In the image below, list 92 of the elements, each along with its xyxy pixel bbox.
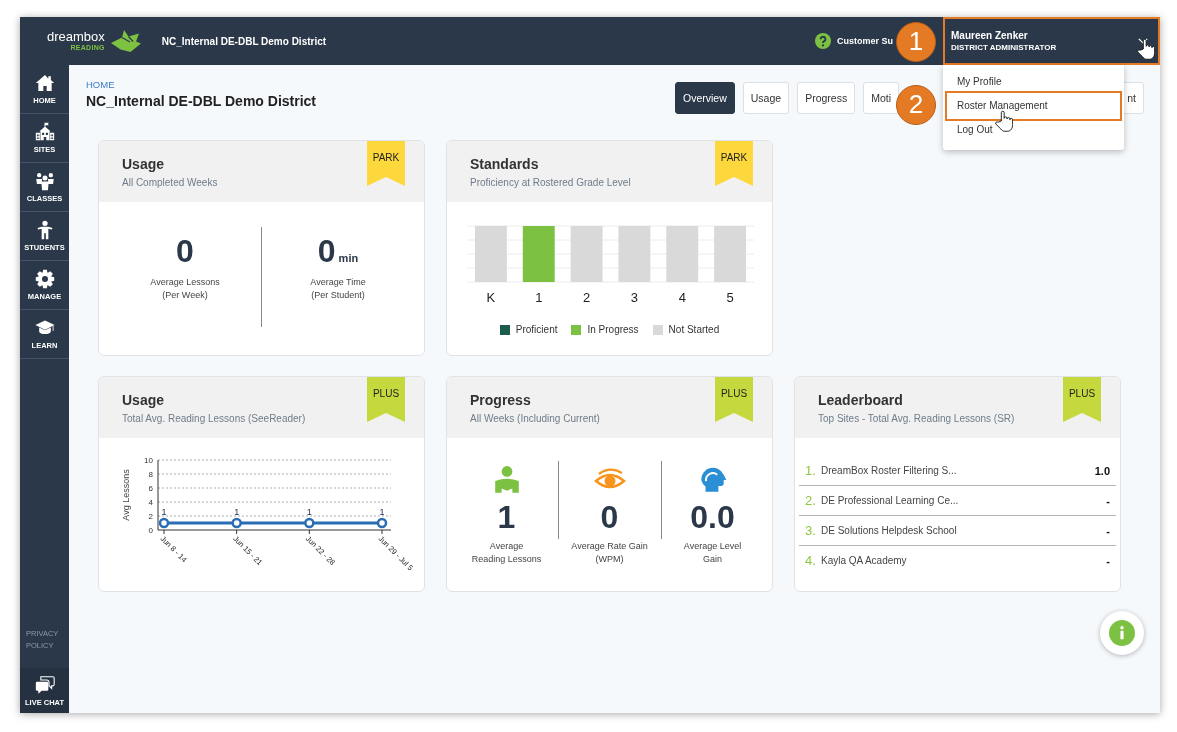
group-icon <box>34 171 55 191</box>
tab[interactable]: Moti <box>863 82 899 114</box>
menu-item[interactable]: Roster Management <box>945 91 1122 121</box>
hand-cursor-icon <box>1137 38 1155 60</box>
school-building-icon <box>34 122 55 142</box>
info-icon <box>1109 620 1135 646</box>
rank-number: 3. <box>805 523 817 538</box>
tab[interactable]: Progress <box>797 82 856 114</box>
axis-tick-label: 4 <box>148 498 153 507</box>
category-label: 5 <box>726 290 734 305</box>
rank-number: 2. <box>805 493 817 508</box>
data-label: 1 <box>306 507 312 517</box>
page-title: NC_Internal DE-DBL Demo District <box>86 92 316 110</box>
card-subtitle: Top Sites - Total Avg. Reading Lessons (SR) <box>818 412 1015 425</box>
stat-label: Average Level Gain <box>682 540 743 566</box>
category-label: 3 <box>630 290 639 305</box>
category-label: 1 <box>535 290 543 305</box>
site-name: DE Professional Learning Ce... <box>821 495 960 506</box>
site-name: Kayla QA Academy <box>821 555 908 566</box>
bar <box>570 226 603 282</box>
axis-tick-label: 6 <box>148 484 153 493</box>
bar <box>666 226 699 282</box>
menu-item[interactable]: Log Out <box>945 118 1122 142</box>
category-label: 4 <box>678 290 686 305</box>
data-label: 1 <box>379 507 385 517</box>
plan-ribbon: PARK <box>715 141 753 186</box>
user-menu[interactable]: Maureen Zenker DISTRICT ADMINISTRATOR <box>943 17 1160 65</box>
stat-value: 0.0 <box>689 499 736 535</box>
chat-bubbles-icon <box>33 674 56 695</box>
category-label: 2 <box>582 290 591 305</box>
data-label: 1 <box>234 507 240 517</box>
district-name: NC_Internal DE-DBL Demo District <box>161 35 327 47</box>
legend-label: In Progress <box>587 324 639 336</box>
data-point <box>231 517 242 529</box>
axis-tick-label: 2 <box>148 512 153 521</box>
stat-value: 0 <box>176 233 194 269</box>
callout-badge: 1 <box>896 22 936 62</box>
stat-unit: min <box>338 252 359 264</box>
data-point <box>376 517 388 529</box>
site-name: DE Solutions Helpdesk School <box>821 525 958 536</box>
plan-ribbon: PLUS <box>1063 377 1101 422</box>
card-title: Leaderboard <box>818 391 903 409</box>
score-value: - <box>1106 554 1110 567</box>
stat-label: Average Lessons (Per Week) <box>149 276 221 302</box>
plan-ribbon: PLUS <box>367 377 405 422</box>
info-button[interactable] <box>1100 611 1144 655</box>
bar <box>618 226 651 282</box>
home-icon <box>34 73 55 93</box>
data-label: 1 <box>161 507 167 517</box>
card-title: Progress <box>470 391 531 409</box>
rank-number: 4. <box>805 553 817 568</box>
support-link[interactable]: Customer Su <box>837 36 893 46</box>
legend-label: Not Started <box>668 324 720 336</box>
stat-label: Average Time (Per Student) <box>309 276 367 302</box>
card-subtitle: All Completed Weeks <box>122 176 218 189</box>
axis-tick-label: 0 <box>148 526 153 535</box>
card-subtitle: Proficiency at Rostered Grade Level <box>470 176 631 189</box>
axis-tick-label: 8 <box>148 470 153 479</box>
stat-value: 1 <box>496 499 517 535</box>
site-name: DreamBox Roster Filtering S... <box>821 465 958 476</box>
help-icon <box>815 33 831 49</box>
gear-icon <box>34 269 55 289</box>
stat-label: Average Rate Gain (WPM) <box>570 540 649 566</box>
plan-ribbon: PARK <box>367 141 405 186</box>
data-point <box>304 517 315 529</box>
tab[interactable]: Usage <box>742 82 790 114</box>
axis-tick-label: 10 <box>144 456 153 465</box>
bar <box>474 226 507 282</box>
bar <box>522 226 555 282</box>
stat-value: 0 <box>599 499 620 535</box>
card-title: Usage <box>122 155 165 173</box>
logo-wordmark: dreambox <box>47 30 105 44</box>
legend-label: Proficient <box>515 324 558 336</box>
plan-ribbon: PLUS <box>715 377 753 422</box>
card-title: Standards <box>470 155 539 173</box>
score-value: - <box>1106 524 1110 537</box>
hand-cursor-icon <box>995 110 1013 132</box>
breadcrumb-link[interactable]: HOME <box>86 79 115 91</box>
card-title: Usage <box>122 391 165 409</box>
stat-label: Average Reading Lessons <box>470 540 543 566</box>
menu-item[interactable]: My Profile <box>945 70 1122 94</box>
score-value: 1.0 <box>1094 464 1110 477</box>
stat-value: 0 <box>317 233 336 269</box>
axis-title: Avg Lessons <box>121 469 131 521</box>
tab[interactable]: Overview <box>675 82 735 114</box>
card-subtitle: All Weeks (Including Current) <box>470 412 600 425</box>
score-value: - <box>1106 494 1110 507</box>
category-label: K <box>486 290 496 305</box>
data-point <box>158 517 170 529</box>
card-subtitle: Total Avg. Reading Lessons (SeeReader) <box>122 412 306 425</box>
bar <box>714 226 747 282</box>
rank-number: 1. <box>805 463 817 478</box>
